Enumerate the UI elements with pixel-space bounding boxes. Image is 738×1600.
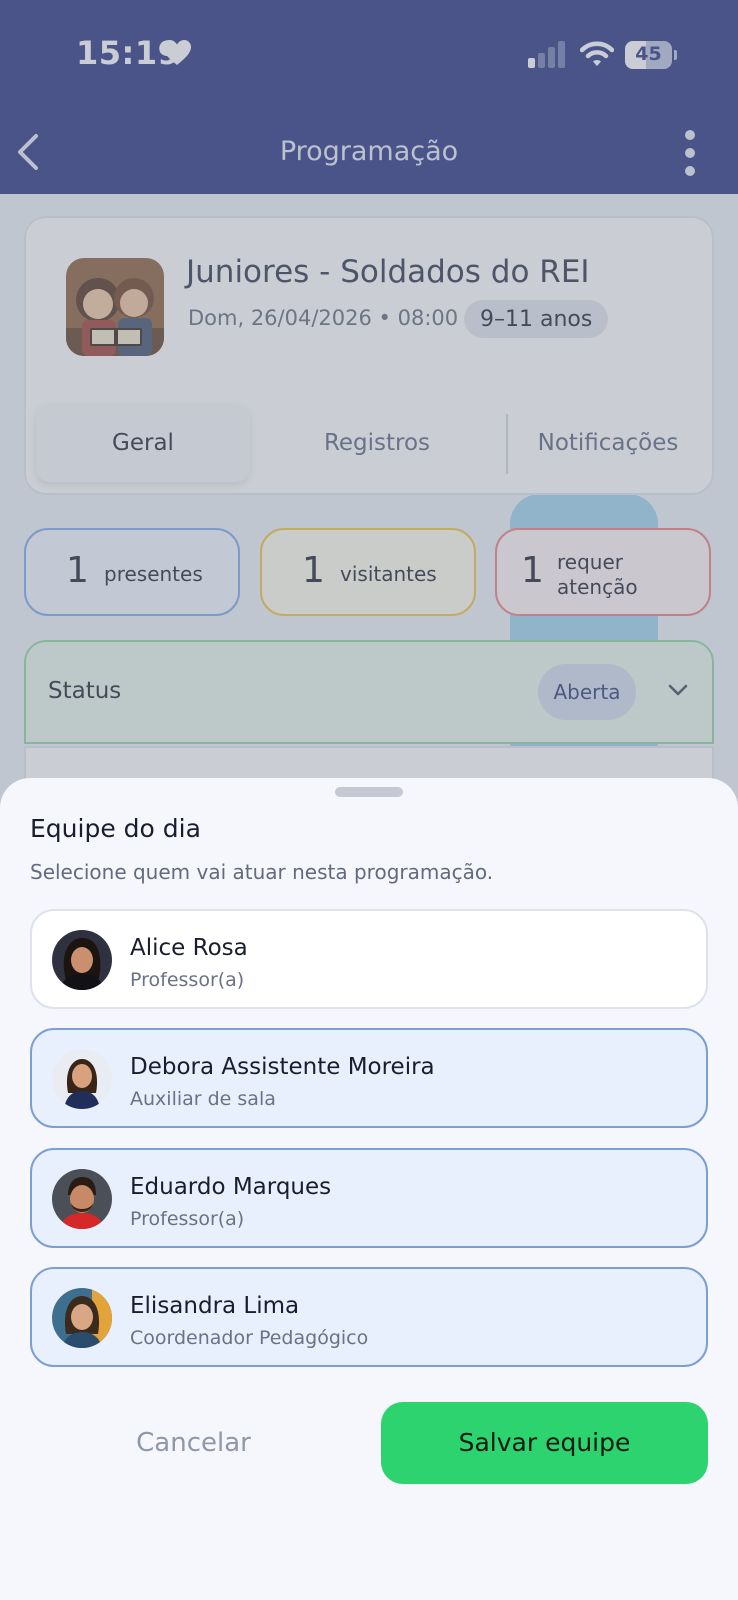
team-bottom-sheet: Equipe do dia Selecione quem vai atuar n… [0,778,738,1600]
sheet-grabber[interactable] [335,787,403,797]
team-member-item[interactable]: Debora Assistente Moreira Auxiliar de sa… [30,1028,708,1128]
avatar [52,930,112,990]
sheet-title: Equipe do dia [30,814,201,843]
cancel-button[interactable]: Cancelar [30,1402,357,1484]
avatar [52,1288,112,1348]
team-member-item[interactable]: Elisandra Lima Coordenador Pedagógico [30,1267,708,1367]
avatar [52,1169,112,1229]
member-name: Elisandra Lima [130,1293,300,1319]
team-member-item[interactable]: Eduardo Marques Professor(a) [30,1148,708,1248]
member-role: Auxiliar de sala [130,1088,276,1110]
member-role: Professor(a) [130,969,245,991]
member-name: Alice Rosa [130,935,248,961]
member-name: Eduardo Marques [130,1174,332,1200]
member-role: Professor(a) [130,1208,245,1230]
save-team-button[interactable]: Salvar equipe [381,1402,708,1484]
sheet-subtitle: Selecione quem vai atuar nesta programaç… [30,860,494,884]
avatar [52,1049,112,1109]
team-member-item[interactable]: Alice Rosa Professor(a) [30,909,708,1009]
member-role: Coordenador Pedagógico [130,1327,369,1349]
member-name: Debora Assistente Moreira [130,1054,435,1080]
